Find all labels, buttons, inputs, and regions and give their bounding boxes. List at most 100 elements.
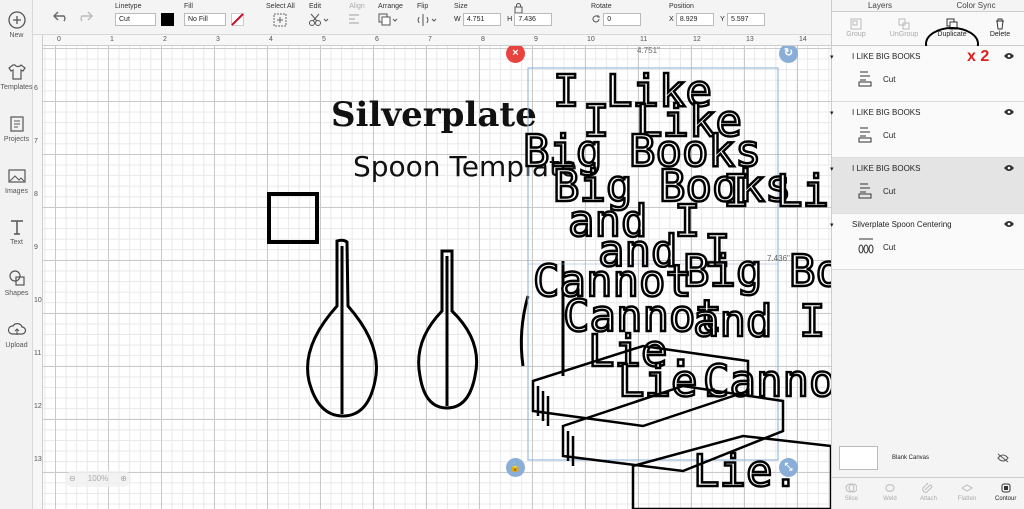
ruler-left-tick: 9 <box>34 244 38 251</box>
undo-icon[interactable] <box>53 10 69 22</box>
weld-button[interactable]: Weld <box>871 478 910 509</box>
width-input[interactable]: 4.751 <box>462 13 501 26</box>
spoon-medium[interactable] <box>417 249 479 410</box>
arrange-icon[interactable] <box>378 13 398 27</box>
sidebar-item-new[interactable]: New <box>0 10 33 39</box>
headline-text[interactable]: Silverplate <box>331 95 537 135</box>
layer-operation: Cut <box>883 75 896 84</box>
ungroup-icon <box>898 18 910 30</box>
eye-icon[interactable] <box>1004 164 1014 172</box>
flip-icon[interactable] <box>417 13 437 27</box>
sidebar-label-images: Images <box>5 188 28 195</box>
sidebar-item-text[interactable]: Text <box>0 217 33 246</box>
slice-button[interactable]: Slice <box>832 478 871 509</box>
contour-label: Contour <box>994 496 1017 502</box>
group-button[interactable]: Group <box>832 12 880 45</box>
select-all-icon[interactable] <box>273 13 287 27</box>
sidebar-item-projects[interactable]: Projects <box>0 114 33 143</box>
layer-item[interactable]: ▾ I LIKE BIG BOOKS x 2 Cut <box>830 46 1024 102</box>
rotate-group: Rotate 0 <box>591 3 642 26</box>
spoon-large[interactable] <box>306 238 378 418</box>
ungroup-button[interactable]: UnGroup <box>880 12 928 45</box>
zoom-out-icon[interactable]: ⊖ <box>69 471 76 487</box>
linetype-color-swatch[interactable] <box>161 13 175 26</box>
layer-item[interactable]: ▾ I LIKE BIG BOOKS Cut <box>830 102 1024 158</box>
y-position-input[interactable]: 5.597 <box>727 13 766 26</box>
eye-icon[interactable] <box>1004 52 1014 60</box>
edit-label: Edit <box>309 3 322 10</box>
ruler-top-tick: 1 <box>110 36 114 43</box>
sidebar-label-templates: Templates <box>0 84 33 91</box>
eye-hidden-icon[interactable] <box>997 453 1009 463</box>
layer-item[interactable]: ▾ Silverplate Spoon Centering Cut <box>830 214 1024 270</box>
layer-name: Silverplate Spoon Centering <box>852 220 952 229</box>
sidebar-item-images[interactable]: Images <box>0 166 33 195</box>
ruler-left-tick: 8 <box>34 191 38 198</box>
text-line-3c[interactable]: and I <box>692 295 827 349</box>
select-all-group: Select All <box>266 3 295 29</box>
sidebar-item-upload[interactable]: Upload <box>0 320 33 349</box>
fill-select[interactable]: No Fill <box>184 13 226 26</box>
width-dimension-readout: 4.751" <box>637 46 660 55</box>
zoom-control: ⊖ 100% ⊕ <box>65 471 131 487</box>
ruler-left-tick: 7 <box>34 138 38 145</box>
height-label: H <box>507 16 513 23</box>
lock-handle-icon[interactable]: 🔒 <box>506 458 525 477</box>
duplicate-button[interactable]: Duplicate <box>925 12 979 61</box>
fill-group: Fill No Fill <box>184 3 245 26</box>
sidebar-label-projects: Projects <box>3 136 30 143</box>
collapse-caret-icon[interactable]: ▾ <box>830 165 834 173</box>
align-icon[interactable] <box>348 13 366 27</box>
tab-layers[interactable]: Layers <box>832 0 928 11</box>
attach-button[interactable]: Attach <box>909 478 948 509</box>
eye-icon[interactable] <box>1004 108 1014 116</box>
height-dimension-readout: 7.436" <box>767 254 790 263</box>
rotate-input[interactable]: 0 <box>603 13 642 26</box>
resize-handle-icon[interactable]: ⤡ <box>779 458 798 477</box>
group-icon <box>850 18 862 30</box>
attach-icon <box>922 482 933 493</box>
collapse-caret-icon[interactable]: ▾ <box>830 221 834 229</box>
design-canvas[interactable]: Silverplate Spoon Template I Like I Like… <box>43 46 831 509</box>
y-label: Y <box>720 16 725 23</box>
eye-icon[interactable] <box>1004 220 1014 228</box>
sidebar-item-shapes[interactable]: Shapes <box>0 268 33 297</box>
linetype-select[interactable]: Cut <box>115 13 156 26</box>
flatten-button[interactable]: Flatten <box>948 478 987 509</box>
square-shape[interactable] <box>267 192 319 244</box>
select-all-label: Select All <box>266 3 295 10</box>
zoom-level: 100% <box>87 474 109 483</box>
layer-name: I LIKE BIG BOOKS <box>852 164 921 173</box>
text-line-1c[interactable]: I Like <box>722 165 831 219</box>
blank-canvas-row[interactable]: Blank Canvas <box>832 441 1024 476</box>
delete-button[interactable]: Delete <box>976 12 1024 45</box>
layers-panel: Layers Color Sync Group UnGroup Duplicat… <box>830 0 1024 509</box>
no-fill-swatch-icon[interactable] <box>231 13 245 26</box>
rotate-label: Rotate <box>591 3 612 10</box>
redo-icon[interactable] <box>77 10 93 22</box>
height-input[interactable]: 7.436 <box>514 13 553 26</box>
zoom-in-icon[interactable]: ⊕ <box>120 471 127 487</box>
ruler-top-tick: 9 <box>534 36 538 43</box>
tab-color-sync[interactable]: Color Sync <box>928 0 1024 11</box>
collapse-caret-icon[interactable]: ▾ <box>830 109 834 117</box>
blank-canvas-swatch[interactable] <box>839 446 878 470</box>
x-position-input[interactable]: 8.929 <box>675 13 714 26</box>
contour-button[interactable]: Contour <box>986 478 1024 509</box>
ruler-left-tick: 13 <box>34 456 42 463</box>
layer-thumbnail <box>858 183 872 199</box>
sidebar-item-templates[interactable]: Templates <box>0 62 33 91</box>
layer-item-selected[interactable]: ▾ I LIKE BIG BOOKS Cut <box>830 158 1024 214</box>
projects-icon <box>9 116 24 132</box>
layer-name: I LIKE BIG BOOKS <box>852 108 921 117</box>
lock-icon[interactable] <box>514 3 523 13</box>
ruler-left-tick: 6 <box>34 85 38 92</box>
scissors-icon[interactable] <box>309 13 329 27</box>
collapse-caret-icon[interactable]: ▾ <box>830 53 834 61</box>
size-group: Size W 4.751 H 7.436 <box>454 3 553 26</box>
rotate-icon <box>592 14 600 23</box>
ruler-top-tick: 5 <box>322 36 326 43</box>
x-label: X <box>669 16 674 23</box>
text-line-2c[interactable]: Big Books <box>682 245 831 299</box>
layer-thumbnail <box>858 127 872 143</box>
